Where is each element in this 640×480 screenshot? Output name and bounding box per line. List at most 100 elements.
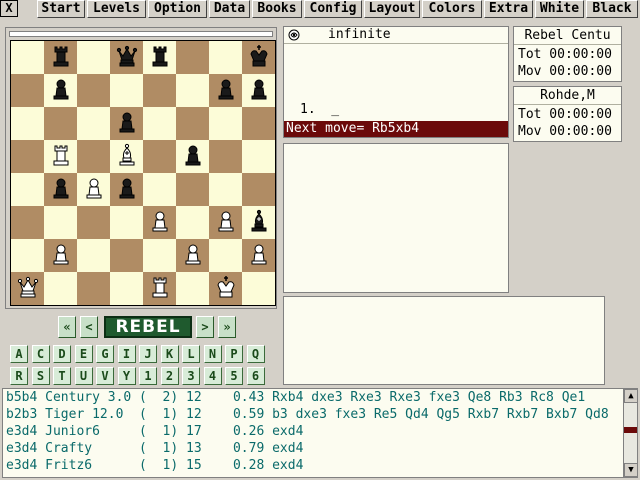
white-pawn-icon[interactable] <box>246 241 272 271</box>
engine-line[interactable]: e3d4 Crafty ( 1) 13 0.79 exd4 <box>6 440 303 457</box>
shortcut-key-n[interactable]: N <box>203 345 222 363</box>
square-h8[interactable] <box>242 41 275 74</box>
white-pawn-icon[interactable] <box>180 241 206 271</box>
square-d8[interactable] <box>110 41 143 74</box>
previous-move-button[interactable]: < <box>80 316 98 338</box>
shortcut-key-3[interactable]: 3 <box>182 367 200 385</box>
shortcut-key-r[interactable]: R <box>10 367 28 385</box>
square-c5[interactable] <box>77 140 110 173</box>
square-a4[interactable] <box>11 173 44 206</box>
square-b4[interactable] <box>44 173 77 206</box>
square-c8[interactable] <box>77 41 110 74</box>
first-move-button[interactable]: « <box>58 316 76 338</box>
black-rook-icon[interactable] <box>48 43 74 73</box>
square-f4[interactable] <box>176 173 209 206</box>
shortcut-key-s[interactable]: S <box>31 367 50 385</box>
menu-config[interactable]: Config <box>304 0 362 18</box>
square-g5[interactable] <box>209 140 242 173</box>
square-g1[interactable] <box>209 272 242 305</box>
square-e4[interactable] <box>143 173 176 206</box>
menu-books[interactable]: Books <box>252 0 302 18</box>
square-g4[interactable] <box>209 173 242 206</box>
shortcut-key-g[interactable]: G <box>96 345 114 363</box>
square-b1[interactable] <box>44 272 77 305</box>
black-pawn-icon[interactable] <box>114 109 140 139</box>
menu-white[interactable]: White <box>535 0 584 18</box>
white-rook-icon[interactable] <box>48 142 74 172</box>
square-b7[interactable] <box>44 74 77 107</box>
shortcut-key-q[interactable]: Q <box>246 345 265 363</box>
shortcut-key-l[interactable]: L <box>182 345 200 363</box>
square-e3[interactable] <box>143 206 176 239</box>
square-d5[interactable] <box>110 140 143 173</box>
black-pawn-icon[interactable] <box>213 76 239 106</box>
square-g8[interactable] <box>209 41 242 74</box>
square-e8[interactable] <box>143 41 176 74</box>
white-pawn-icon[interactable] <box>213 208 239 238</box>
engine-line[interactable]: e3d4 Junior6 ( 1) 17 0.26 exd4 <box>6 423 303 440</box>
next-move-button[interactable]: > <box>196 316 214 338</box>
scroll-down-icon[interactable]: ▼ <box>624 463 637 477</box>
square-b2[interactable] <box>44 239 77 272</box>
shortcut-key-v[interactable]: V <box>96 367 114 385</box>
square-c3[interactable] <box>77 206 110 239</box>
shortcut-key-4[interactable]: 4 <box>203 367 222 385</box>
shortcut-key-c[interactable]: C <box>31 345 50 363</box>
close-button[interactable]: X <box>0 0 18 17</box>
shortcut-key-5[interactable]: 5 <box>225 367 243 385</box>
square-d3[interactable] <box>110 206 143 239</box>
shortcut-key-p[interactable]: P <box>225 345 243 363</box>
square-h4[interactable] <box>242 173 275 206</box>
last-move-button[interactable]: » <box>218 316 236 338</box>
square-h5[interactable] <box>242 140 275 173</box>
square-b8[interactable] <box>44 41 77 74</box>
square-e1[interactable] <box>143 272 176 305</box>
square-d7[interactable] <box>110 74 143 107</box>
white-rook-icon[interactable] <box>147 274 173 304</box>
square-h3[interactable] <box>242 206 275 239</box>
shortcut-key-j[interactable]: J <box>139 345 157 363</box>
square-e2[interactable] <box>143 239 176 272</box>
square-f2[interactable] <box>176 239 209 272</box>
square-c7[interactable] <box>77 74 110 107</box>
square-a5[interactable] <box>11 140 44 173</box>
shortcut-key-6[interactable]: 6 <box>246 367 265 385</box>
black-pawn-icon[interactable] <box>48 175 74 205</box>
shortcut-key-i[interactable]: I <box>117 345 136 363</box>
black-pawn-icon[interactable] <box>114 175 140 205</box>
square-f7[interactable] <box>176 74 209 107</box>
shortcut-key-a[interactable]: A <box>10 345 28 363</box>
engine-line[interactable]: b2b3 Tiger 12.0 ( 1) 12 0.59 b3 dxe3 fxe… <box>6 406 609 423</box>
white-pawn-icon[interactable] <box>147 208 173 238</box>
square-f3[interactable] <box>176 206 209 239</box>
white-bishop-icon[interactable] <box>114 142 140 172</box>
shortcut-key-y[interactable]: Y <box>117 367 136 385</box>
menu-layout[interactable]: Layout <box>364 0 420 18</box>
move-list-entry[interactable]: 1. _ <box>300 102 339 117</box>
black-rook-icon[interactable] <box>147 43 173 73</box>
white-queen-icon[interactable] <box>15 274 41 304</box>
menu-colors[interactable]: Colors <box>422 0 482 18</box>
black-king-icon[interactable] <box>246 43 272 73</box>
scroll-thumb[interactable] <box>624 427 637 433</box>
white-pawn-icon[interactable] <box>48 241 74 271</box>
square-e6[interactable] <box>143 107 176 140</box>
square-a6[interactable] <box>11 107 44 140</box>
black-bishop-icon[interactable] <box>246 208 272 238</box>
square-h7[interactable] <box>242 74 275 107</box>
chess-board[interactable] <box>10 40 276 306</box>
menu-extra[interactable]: Extra <box>484 0 533 18</box>
square-d2[interactable] <box>110 239 143 272</box>
square-a8[interactable] <box>11 41 44 74</box>
shortcut-key-t[interactable]: T <box>53 367 71 385</box>
square-f5[interactable] <box>176 140 209 173</box>
square-b3[interactable] <box>44 206 77 239</box>
shortcut-key-k[interactable]: K <box>160 345 179 363</box>
square-a1[interactable] <box>11 272 44 305</box>
square-c4[interactable] <box>77 173 110 206</box>
menu-option[interactable]: Option <box>148 0 207 18</box>
shortcut-key-u[interactable]: U <box>74 367 93 385</box>
square-g2[interactable] <box>209 239 242 272</box>
menu-start[interactable]: Start <box>37 0 85 18</box>
engine-line[interactable]: e3d4 Fritz6 ( 1) 15 0.28 exd4 <box>6 457 303 474</box>
